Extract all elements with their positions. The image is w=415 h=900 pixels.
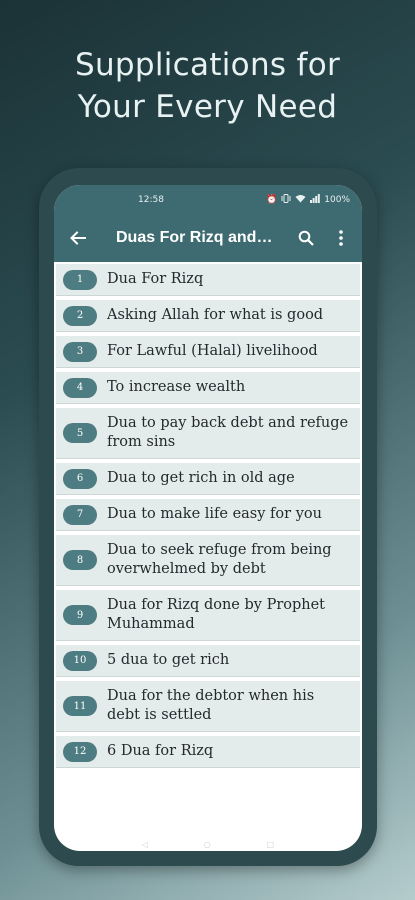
list-item[interactable]: 6 Dua to get rich in old age <box>56 463 360 495</box>
item-number-badge: 2 <box>63 305 97 326</box>
item-label: Dua for Rizq done by Prophet Muhammad <box>107 597 326 632</box>
nav-home-icon[interactable]: ○ <box>204 840 211 849</box>
toolbar-title: Duas For Rizq and Debt <box>116 229 276 246</box>
item-label: 6 Dua for Rizq <box>107 743 214 759</box>
list-item[interactable]: 11 Dua for the debtor when his debt is se… <box>56 681 360 732</box>
item-number-badge: 10 <box>63 650 97 671</box>
item-number-badge: 1 <box>63 269 97 290</box>
item-number-badge: 6 <box>63 468 97 489</box>
alarm-icon: ⏰ <box>266 194 278 205</box>
nav-recents-icon[interactable]: □ <box>267 840 275 849</box>
list-item[interactable]: 4 To increase wealth <box>56 372 360 404</box>
item-label: Dua to pay back debt and refuge from sin… <box>107 415 349 450</box>
list-item[interactable]: 5 Dua to pay back debt and refuge from si… <box>56 408 360 459</box>
item-label: To increase wealth <box>107 379 246 395</box>
search-icon <box>298 230 314 246</box>
list-item[interactable]: 1 Dua For Rizq <box>56 264 360 296</box>
wifi-icon <box>295 194 306 206</box>
promo-title-line-2: Your Every Need <box>77 89 338 125</box>
search-button[interactable] <box>291 214 321 262</box>
dua-list: 1 Dua For Rizq 2 Asking Allah for what is … <box>54 262 362 768</box>
status-bar: 12:58 ⏰ 100% <box>54 185 362 214</box>
vibrate-icon <box>281 193 291 206</box>
back-button[interactable] <box>54 214 102 262</box>
item-number-badge: 11 <box>63 696 97 716</box>
list-item[interactable]: 8 Dua to seek refuge from being overwhelm… <box>56 535 360 586</box>
list-item[interactable]: 2 Asking Allah for what is good <box>56 300 360 332</box>
list-item[interactable]: 9 Dua for Rizq done by Prophet Muhammad <box>56 590 360 641</box>
more-vert-icon <box>339 230 343 246</box>
item-number-badge: 5 <box>63 423 97 443</box>
item-label: Dua to get rich in old age <box>107 470 295 486</box>
promo-title: Supplications for Your Every Need <box>0 44 415 128</box>
app-toolbar: Duas For Rizq and Debt <box>54 214 362 262</box>
list-item[interactable]: 7 Dua to make life easy for you <box>56 499 360 531</box>
list-item[interactable]: 3 For Lawful (Halal) livelihood <box>56 336 360 368</box>
item-number-badge: 3 <box>63 341 97 362</box>
item-number-badge: 12 <box>63 741 97 762</box>
system-nav-bar: ◁ ○ □ <box>54 837 362 851</box>
item-label: Dua For Rizq <box>107 271 204 287</box>
list-item[interactable]: 10 5 dua to get rich <box>56 645 360 677</box>
item-number-badge: 4 <box>63 377 97 398</box>
signal-icon <box>310 193 321 206</box>
item-label: 5 dua to get rich <box>107 652 230 668</box>
list-item[interactable]: 12 6 Dua for Rizq <box>56 736 360 768</box>
phone-screen: 12:58 ⏰ 100% Duas For Rizq and Debt <box>54 185 362 851</box>
item-number-badge: 7 <box>63 504 97 525</box>
arrow-left-icon <box>70 231 86 245</box>
nav-back-icon[interactable]: ◁ <box>142 840 148 849</box>
more-options-button[interactable] <box>326 214 356 262</box>
item-label: For Lawful (Halal) livelihood <box>107 343 318 359</box>
item-number-badge: 9 <box>63 605 97 625</box>
item-label: Dua for the debtor when his debt is sett… <box>107 688 315 723</box>
item-label: Dua to seek refuge from being overwhelme… <box>107 542 332 577</box>
item-label: Asking Allah for what is good <box>107 307 324 323</box>
item-number-badge: 8 <box>63 550 97 570</box>
status-icons: ⏰ 100% <box>266 193 350 206</box>
item-label: Dua to make life easy for you <box>107 506 322 522</box>
battery-level: 100% <box>324 194 350 205</box>
status-time: 12:58 <box>138 194 164 205</box>
promo-title-line-1: Supplications for <box>74 47 341 83</box>
